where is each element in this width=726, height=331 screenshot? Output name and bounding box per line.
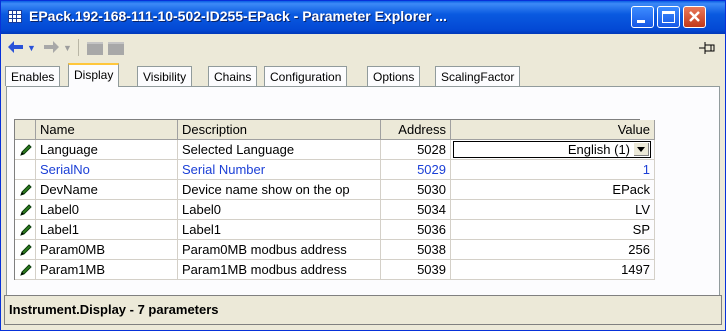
pencil-icon	[19, 143, 33, 157]
cell-address: 5029	[381, 160, 451, 180]
cell-value[interactable]: LV	[451, 200, 655, 220]
table-row[interactable]: Param0MB Param0MB modbus address 5038 256	[15, 240, 655, 260]
row-icon-cell	[15, 200, 36, 220]
header-address[interactable]: Address	[381, 120, 451, 140]
cell-address: 5036	[381, 220, 451, 240]
tab-scalingfactor[interactable]: ScalingFactor	[435, 66, 521, 86]
close-icon	[689, 11, 700, 22]
parameter-grid[interactable]: Name Description Address Value Language S…	[14, 119, 655, 280]
forward-arrow-icon[interactable]	[43, 40, 61, 58]
close-button[interactable]	[683, 6, 706, 28]
row-icon-cell	[15, 180, 36, 200]
table-row[interactable]: Label1 Label1 5036 SP	[15, 220, 655, 240]
status-bar: Instrument.Display - 7 parameters	[4, 295, 722, 325]
back-dropdown-icon[interactable]: ▼	[27, 39, 36, 57]
maximize-button[interactable]	[657, 6, 680, 28]
language-select[interactable]: English (1)	[453, 141, 651, 158]
cell-value[interactable]: SP	[451, 220, 655, 240]
cell-address: 5034	[381, 200, 451, 220]
row-icon-cell	[15, 240, 36, 260]
pencil-icon	[19, 263, 33, 277]
table-row[interactable]: Language Selected Language 5028 English (1)	[15, 140, 655, 160]
folder-icon[interactable]	[108, 42, 124, 55]
pencil-icon	[19, 183, 33, 197]
header-description[interactable]: Description	[178, 120, 381, 140]
cell-description: Label0	[178, 200, 381, 220]
cell-description: Device name show on the op	[178, 180, 381, 200]
minimize-icon	[637, 20, 645, 23]
pencil-icon	[19, 223, 33, 237]
cell-name: DevName	[36, 180, 178, 200]
cell-description: Serial Number	[178, 160, 381, 180]
tab-visibility[interactable]: Visibility	[137, 66, 193, 86]
cell-address: 5038	[381, 240, 451, 260]
cell-name: Param0MB	[36, 240, 178, 260]
cell-name: Label0	[36, 200, 178, 220]
maximize-icon	[662, 11, 675, 23]
tab-strip: Enables Display Visibility Chains Config…	[1, 61, 725, 87]
cell-value: 1	[451, 160, 655, 180]
cell-description: Label1	[178, 220, 381, 240]
cell-name: Param1MB	[36, 260, 178, 280]
minimize-button[interactable]	[631, 6, 654, 28]
header-name[interactable]: Name	[36, 120, 178, 140]
tab-chains[interactable]: Chains	[208, 66, 258, 86]
forward-dropdown-icon[interactable]: ▼	[63, 39, 72, 57]
toolbar-separator	[78, 39, 79, 56]
language-select-value: English (1)	[567, 142, 630, 157]
cell-description: Param1MB modbus address	[178, 260, 381, 280]
tab-enables[interactable]: Enables	[5, 66, 61, 86]
table-row[interactable]: Param1MB Param1MB modbus address 5039 1497	[15, 260, 655, 280]
grid-rows: Language Selected Language 5028 English (1)…	[15, 140, 655, 280]
cell-value[interactable]: English (1)	[451, 140, 655, 160]
cell-address: 5039	[381, 260, 451, 280]
cell-name: Label1	[36, 220, 178, 240]
cell-name: SerialNo	[36, 160, 178, 180]
table-row[interactable]: SerialNo Serial Number 5029 1	[15, 160, 655, 180]
cell-value[interactable]: 1497	[451, 260, 655, 280]
pin-icon[interactable]	[699, 42, 717, 54]
tab-options[interactable]: Options	[367, 66, 421, 86]
cell-description: Param0MB modbus address	[178, 240, 381, 260]
row-icon-cell	[15, 260, 36, 280]
cell-address: 5030	[381, 180, 451, 200]
tab-display[interactable]: Display	[68, 63, 120, 87]
cell-value[interactable]: 256	[451, 240, 655, 260]
back-arrow-icon[interactable]	[7, 40, 25, 58]
parameter-explorer-window: EPack.192-168-111-10-502-ID255-EPack - P…	[0, 0, 726, 331]
pencil-icon	[19, 203, 33, 217]
cell-address: 5028	[381, 140, 451, 160]
row-icon-cell	[15, 160, 36, 180]
chevron-down-icon[interactable]	[633, 143, 649, 156]
grid-icon	[8, 10, 22, 23]
header-value[interactable]: Value	[451, 120, 655, 140]
title-bar[interactable]: EPack.192-168-111-10-502-ID255-EPack - P…	[1, 1, 725, 34]
row-icon-cell	[15, 220, 36, 240]
table-row[interactable]: DevName Device name show on the op 5030 EPa…	[15, 180, 655, 200]
tab-configuration[interactable]: Configuration	[264, 66, 348, 86]
grid-header: Name Description Address Value	[15, 120, 655, 140]
table-row[interactable]: Label0 Label0 5034 LV	[15, 200, 655, 220]
pencil-icon	[19, 243, 33, 257]
folder-icon[interactable]	[87, 42, 103, 55]
cell-description: Selected Language	[178, 140, 381, 160]
cell-value[interactable]: EPack	[451, 180, 655, 200]
row-icon-cell	[15, 140, 36, 160]
cell-name: Language	[36, 140, 178, 160]
toolbar: ▼ ▼	[1, 34, 725, 61]
header-icon-column	[15, 120, 36, 140]
window-title: EPack.192-168-111-10-502-ID255-EPack - P…	[29, 8, 447, 24]
